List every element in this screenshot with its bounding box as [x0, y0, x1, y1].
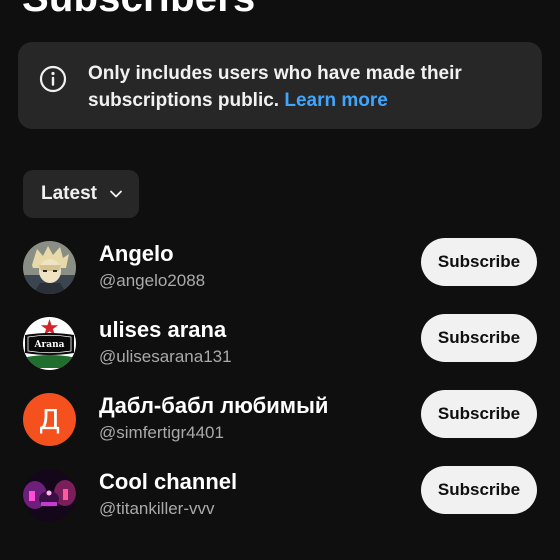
avatar[interactable] — [23, 241, 76, 294]
channel-name[interactable]: Дабл-бабл любимый — [99, 393, 328, 419]
subscribe-button[interactable]: Subscribe — [421, 390, 537, 438]
chevron-down-icon — [110, 190, 122, 198]
subscribe-button[interactable]: Subscribe — [421, 466, 537, 514]
channel-name[interactable]: Angelo — [99, 241, 174, 267]
subscriber-row: Д Дабл-бабл любимый @simfertigr4401 Subs… — [0, 390, 560, 469]
info-text: Only includes users who have made their … — [88, 60, 528, 114]
subscriber-row: Arana ulises arana @ulisesarana131 Subsc… — [0, 314, 560, 393]
avatar-logo-text: Arana — [34, 340, 65, 350]
sort-label: Latest — [41, 183, 97, 204]
channel-name[interactable]: Cool channel — [99, 469, 237, 495]
avatar-letter: Д — [23, 393, 76, 446]
channel-handle: @angelo2088 — [99, 271, 206, 290]
subscriber-row: Cool channel @titankiller-vvv Subscribe — [0, 466, 560, 545]
channel-name[interactable]: ulises arana — [99, 317, 226, 343]
info-banner: Only includes users who have made their … — [18, 42, 542, 129]
subscribe-button[interactable]: Subscribe — [421, 314, 537, 362]
page-title: Subscribers — [22, 0, 255, 21]
learn-more-link[interactable]: Learn more — [284, 90, 387, 111]
channel-handle: @simfertigr4401 — [99, 423, 224, 442]
channel-handle: @ulisesarana131 — [99, 347, 232, 366]
channel-handle: @titankiller-vvv — [99, 499, 215, 518]
subscribers-page: Subscribers Only includes users who have… — [0, 0, 560, 560]
avatar[interactable]: Arana — [23, 317, 76, 370]
avatar[interactable] — [23, 469, 76, 522]
info-message: Only includes users who have made their … — [88, 63, 462, 111]
subscribe-button[interactable]: Subscribe — [421, 238, 537, 286]
info-icon — [39, 65, 67, 93]
subscriber-row: Angelo @angelo2088 Subscribe — [0, 238, 560, 317]
avatar[interactable]: Д — [23, 393, 76, 446]
sort-dropdown[interactable]: Latest — [23, 170, 139, 218]
